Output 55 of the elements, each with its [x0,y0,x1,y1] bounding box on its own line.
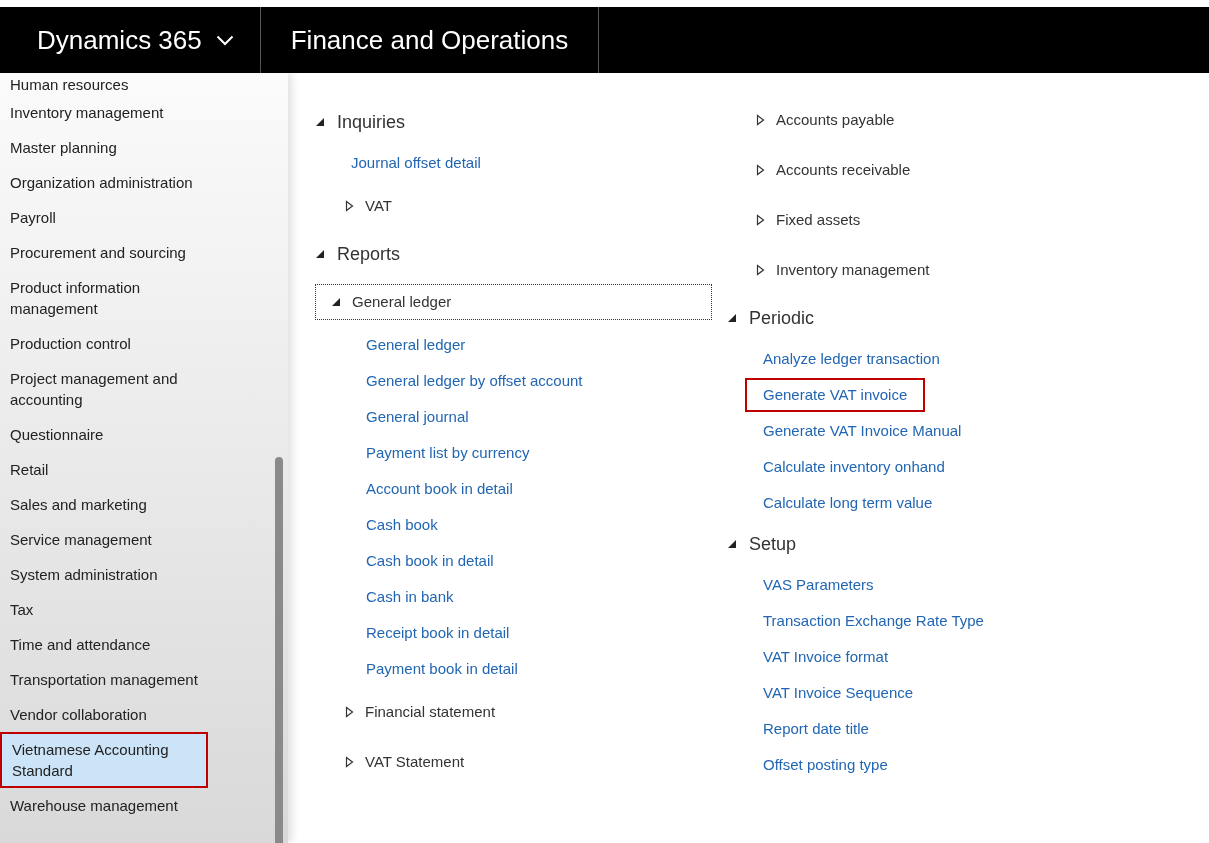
menu-link[interactable]: Analyze ledger transaction [745,341,958,377]
menu-link[interactable]: Calculate inventory onhand [745,449,963,485]
menu-link[interactable]: Offset posting type [745,747,906,783]
nav-item[interactable]: Time and attendance [0,627,256,662]
menu-link[interactable]: Receipt book in detail [348,615,528,651]
nav-item[interactable]: Master planning [0,130,256,165]
group-header[interactable]: VAT Statement [330,744,727,780]
group-header[interactable]: Accounts receivable [741,152,1167,188]
menu-link[interactable]: Payment list by currency [348,435,548,471]
menu-link[interactable]: Transaction Exchange Rate Type [745,603,1002,639]
nav-item[interactable]: Questionnaire [0,417,256,452]
section-heading[interactable]: Inquiries [337,108,406,136]
nav-item[interactable]: Warehouse management [0,788,256,823]
menu-link[interactable]: Payment book in detail [348,651,536,687]
nav-item[interactable]: System administration [0,557,256,592]
nav-item[interactable]: Production control [0,326,256,361]
nav-item[interactable]: Human resources [0,74,256,95]
menu-link[interactable]: General ledger [348,327,484,363]
menu-link[interactable]: Calculate long term value [745,485,951,521]
nav-item[interactable]: Transportation management [0,662,256,697]
nav-item[interactable]: Vendor collaboration [0,697,256,732]
section-heading[interactable]: Periodic [749,304,815,332]
nav-item[interactable]: Tax [0,592,256,627]
group-header[interactable]: Financial statement [330,694,727,730]
nav-item[interactable]: Inventory management [0,95,256,130]
nav-item[interactable]: Vietnamese Accounting Standard [0,732,208,788]
nav-item[interactable]: Sales and marketing [0,487,256,522]
menu-link[interactable]: Journal offset detail [333,145,499,181]
nav-item[interactable]: Product information management [0,270,256,326]
section-heading[interactable]: Setup [749,530,797,558]
menu-link[interactable]: Cash in bank [348,579,472,615]
menu-link[interactable]: Report date title [745,711,887,747]
menu-link[interactable]: Generate VAT invoice [745,377,926,413]
menu-link[interactable]: VAT Invoice format [745,639,907,675]
menu-link[interactable]: Cash book in detail [348,543,512,579]
group-header[interactable]: Inventory management [741,252,1167,288]
section-heading[interactable]: Reports [337,240,401,268]
nav-item[interactable]: Retail [0,452,256,487]
nav-item[interactable]: Procurement and sourcing [0,235,256,270]
group-header[interactable]: General ledger [315,284,712,320]
nav-item[interactable]: Project management and accounting [0,361,256,417]
menu-link[interactable]: VAS Parameters [745,567,892,603]
nav-item[interactable]: Payroll [0,200,256,235]
menu-link[interactable]: Generate VAT Invoice Manual [745,413,980,449]
menu-link[interactable]: VAT Invoice Sequence [745,675,932,711]
chevron-down-icon [215,34,234,46]
group-header[interactable]: Fixed assets [741,202,1167,238]
nav-item[interactable]: Organization administration [0,165,256,200]
nav-item[interactable]: Service management [0,522,256,557]
group-header[interactable]: Accounts payable [741,102,1167,138]
menu-link[interactable]: Account book in detail [348,471,531,507]
group-header[interactable]: VAT [330,188,727,224]
menu-link[interactable]: General journal [348,399,487,435]
menu-link[interactable]: Cash book [348,507,456,543]
menu-link[interactable]: General ledger by offset account [348,363,601,399]
